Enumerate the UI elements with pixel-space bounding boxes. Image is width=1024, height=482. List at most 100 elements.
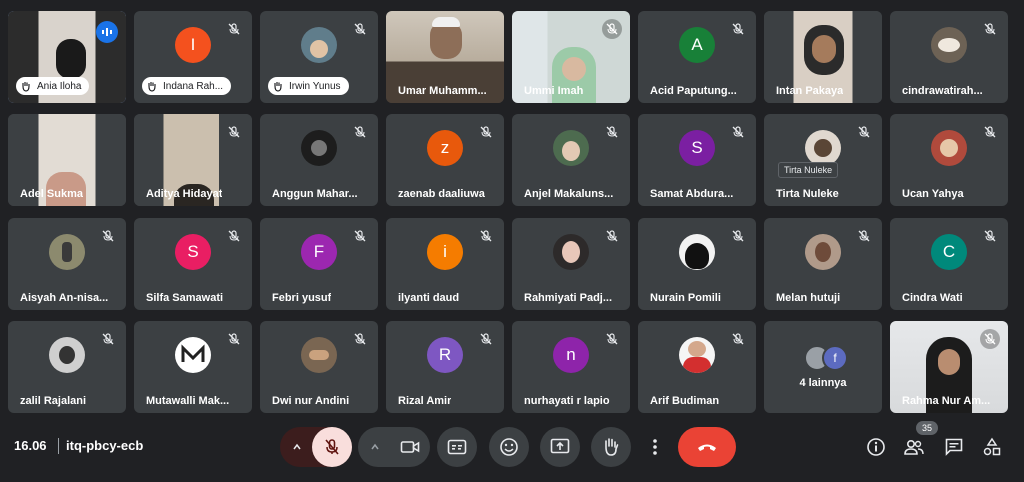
avatar bbox=[301, 130, 337, 166]
mic-off-icon bbox=[224, 226, 244, 246]
participant-tile[interactable]: Ucan Yahya bbox=[890, 114, 1008, 206]
mic-off-icon bbox=[476, 226, 496, 246]
participant-tile[interactable]: R Rizal Amir bbox=[386, 321, 504, 413]
more-count-label: 4 lainnya bbox=[799, 377, 847, 389]
people-icon bbox=[904, 439, 924, 455]
participant-name: ilyanti daud bbox=[398, 292, 460, 304]
participant-tile[interactable]: Irwin Yunus bbox=[260, 11, 378, 103]
people-button[interactable] bbox=[900, 433, 928, 461]
participant-name: Arif Budiman bbox=[650, 395, 720, 407]
participant-name: Rahma Nur Am... bbox=[902, 395, 991, 407]
person-silhouette bbox=[56, 39, 86, 79]
camera-options-button[interactable] bbox=[358, 427, 392, 467]
mic-off-icon bbox=[602, 329, 622, 349]
participant-name: Ucan Yahya bbox=[902, 188, 964, 200]
participant-tile[interactable]: Umar Muhamm... bbox=[386, 11, 504, 103]
participant-tile[interactable]: Melan hutuji bbox=[764, 218, 882, 310]
activities-icon bbox=[983, 437, 1001, 456]
mic-off-icon bbox=[325, 439, 339, 455]
participant-grid: Ania Iloha I Indana Rah... Irwin Yunus U… bbox=[8, 11, 1008, 413]
raised-hand-icon bbox=[20, 80, 32, 92]
participant-tile[interactable]: Adel Sukma bbox=[8, 114, 126, 206]
mic-off-icon bbox=[854, 226, 874, 246]
meeting-details-button[interactable] bbox=[862, 433, 890, 461]
more-participants-tile[interactable]: f 4 lainnya bbox=[764, 321, 882, 413]
mic-off-icon bbox=[980, 329, 1000, 349]
participant-name: Aditya Hidayat bbox=[146, 188, 223, 200]
participant-tile[interactable]: Nurain Pomili bbox=[638, 218, 756, 310]
participant-name-pill: Irwin Yunus bbox=[268, 77, 349, 95]
mic-off-icon bbox=[476, 122, 496, 142]
participant-tile[interactable]: Ania Iloha bbox=[8, 11, 126, 103]
mic-off-icon bbox=[980, 19, 1000, 39]
participant-tile[interactable]: Anggun Mahar... bbox=[260, 114, 378, 206]
participant-tile[interactable]: zalil Rajalani bbox=[8, 321, 126, 413]
mic-off-icon bbox=[602, 122, 622, 142]
toggle-camera-button[interactable] bbox=[390, 427, 430, 467]
participant-tile[interactable]: F Febri yusuf bbox=[260, 218, 378, 310]
participant-tile[interactable]: Rahma Nur Am... bbox=[890, 321, 1008, 413]
participant-tile[interactable]: z zaenab daaliuwa bbox=[386, 114, 504, 206]
avatar bbox=[931, 130, 967, 166]
avatar bbox=[175, 337, 211, 373]
avatar: i bbox=[427, 234, 463, 270]
participant-tile[interactable]: Anjel Makaluns... bbox=[512, 114, 630, 206]
participant-tile[interactable]: S Silfa Samawati bbox=[134, 218, 252, 310]
avatar bbox=[553, 234, 589, 270]
meeting-code: itq-pbcy-ecb bbox=[66, 438, 144, 453]
participant-tile[interactable]: Arif Budiman bbox=[638, 321, 756, 413]
raise-hand-button[interactable] bbox=[591, 427, 631, 467]
mic-off-icon bbox=[728, 226, 748, 246]
mic-off-icon bbox=[224, 122, 244, 142]
participant-tile[interactable]: I Indana Rah... bbox=[134, 11, 252, 103]
mic-off-icon bbox=[980, 122, 1000, 142]
more-options-button[interactable] bbox=[637, 427, 673, 467]
mic-off-icon bbox=[350, 329, 370, 349]
participant-tile[interactable]: Rahmiyati Padj... bbox=[512, 218, 630, 310]
logo-icon bbox=[181, 344, 205, 362]
captions-icon bbox=[447, 439, 467, 455]
participant-tile[interactable]: A Acid Paputung... bbox=[638, 11, 756, 103]
chat-button[interactable] bbox=[940, 433, 968, 461]
avatar bbox=[931, 27, 967, 63]
participant-tile[interactable]: C Cindra Wati bbox=[890, 218, 1008, 310]
avatar bbox=[679, 337, 715, 373]
participant-tile[interactable]: Ummi Imah bbox=[512, 11, 630, 103]
info-icon bbox=[867, 438, 885, 456]
mic-off-icon bbox=[350, 122, 370, 142]
avatar: C bbox=[931, 234, 967, 270]
participant-tile[interactable]: cindrawatirah... bbox=[890, 11, 1008, 103]
captions-button[interactable] bbox=[437, 427, 477, 467]
participant-tile[interactable]: Intan Pakaya bbox=[764, 11, 882, 103]
present-screen-button[interactable] bbox=[540, 427, 580, 467]
participant-tile[interactable]: i ilyanti daud bbox=[386, 218, 504, 310]
chevron-up-icon bbox=[293, 443, 301, 450]
avatar: f bbox=[822, 345, 848, 371]
participant-name: Rahmiyati Padj... bbox=[524, 292, 613, 304]
avatar bbox=[301, 27, 337, 63]
leave-call-button[interactable] bbox=[678, 427, 736, 467]
activities-button[interactable] bbox=[978, 433, 1006, 461]
participant-tile[interactable]: Tirta Nuleke Tirta Nuleke bbox=[764, 114, 882, 206]
participant-name-pill: Ania Iloha bbox=[16, 77, 90, 95]
raise-hand-icon bbox=[605, 438, 619, 456]
avatar: A bbox=[679, 27, 715, 63]
mic-options-button[interactable] bbox=[280, 427, 314, 467]
participant-tile[interactable]: Dwi nur Andini bbox=[260, 321, 378, 413]
mic-off-icon bbox=[728, 122, 748, 142]
participant-tile[interactable]: S Samat Abdura... bbox=[638, 114, 756, 206]
mic-off-icon bbox=[476, 329, 496, 349]
participant-tile[interactable]: Aisyah An-nisa... bbox=[8, 218, 126, 310]
participant-tile[interactable]: Mutawalli Mak... bbox=[134, 321, 252, 413]
avatar: S bbox=[175, 234, 211, 270]
participant-tile[interactable]: Aditya Hidayat bbox=[134, 114, 252, 206]
avatar bbox=[301, 337, 337, 373]
participant-name: Mutawalli Mak... bbox=[146, 395, 230, 407]
clock-time: 16.06 bbox=[14, 438, 47, 453]
participant-tile[interactable]: n nurhayati r lapio bbox=[512, 321, 630, 413]
toggle-microphone-button[interactable] bbox=[312, 427, 352, 467]
mic-off-icon bbox=[350, 19, 370, 39]
mic-off-icon bbox=[350, 226, 370, 246]
participant-name: zalil Rajalani bbox=[20, 395, 87, 407]
reactions-button[interactable] bbox=[489, 427, 529, 467]
